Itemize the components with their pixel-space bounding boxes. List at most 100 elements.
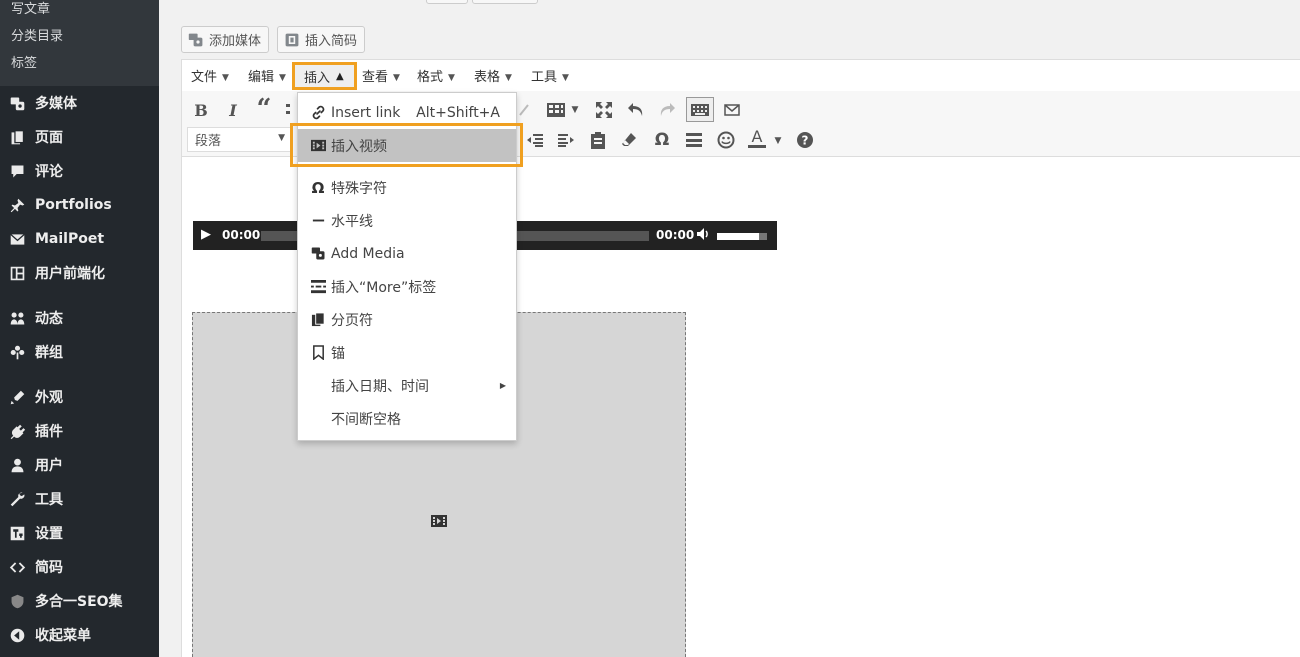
outdent-icon [527, 134, 543, 147]
comments-icon [7, 161, 27, 181]
sidebar-item-seo[interactable]: 多合一SEO集 [0, 586, 159, 616]
submenu-write-post[interactable]: 写文章 [11, 2, 50, 18]
submenu-tags[interactable]: 标签 [11, 56, 37, 72]
eraser-icon [622, 133, 636, 146]
unlink-button[interactable] [517, 99, 531, 121]
caret-down-icon: ▼ [278, 133, 285, 143]
menu-tools[interactable]: 工具 ▼ [531, 66, 569, 85]
menu-format[interactable]: 格式 ▼ [417, 66, 455, 85]
menu-item-insert-more[interactable]: 插入“More”标签 [298, 270, 516, 303]
menu-item-insert-datetime[interactable]: 插入日期、时间 ▶ [298, 369, 516, 402]
sidebar-item-settings[interactable]: 设置 [0, 518, 159, 548]
table-button[interactable]: ▼ [543, 99, 581, 121]
sidebar-item-media[interactable]: 多媒体 [0, 88, 159, 118]
caret-down-icon: ▼ [774, 136, 782, 146]
toolbar-toggle-button[interactable] [686, 97, 714, 122]
clipboard-icon [591, 132, 605, 149]
media-icon [308, 246, 328, 261]
menu-item-special-char[interactable]: Ω 特殊字符 [298, 171, 516, 204]
sidebar-item-pages[interactable]: 页面 [0, 122, 159, 152]
special-char-button[interactable]: Ω [652, 129, 672, 151]
sidebar-item-plugins[interactable]: 插件 [0, 416, 159, 446]
smiley-icon [717, 131, 735, 149]
omega-icon: Ω [311, 178, 325, 197]
media-icon [7, 93, 27, 113]
media-icon [188, 33, 203, 46]
email-button[interactable] [723, 99, 741, 121]
caret-down-icon: ▼ [222, 73, 229, 83]
code-icon [7, 557, 27, 577]
posts-submenu: 写文章 分类目录 标签 [0, 0, 159, 86]
redo-button[interactable] [657, 99, 677, 121]
add-media-button[interactable]: 添加媒体 [181, 26, 270, 53]
help-icon: ? [797, 132, 813, 148]
appearance-icon [7, 387, 27, 407]
outdent-button[interactable] [526, 129, 544, 151]
sidebar-item-users[interactable]: 用户 [0, 450, 159, 480]
sidebar-item-appearance[interactable]: 外观 [0, 382, 159, 412]
mail-icon [724, 104, 740, 116]
volume-icon[interactable] [696, 227, 710, 245]
emoticons-button[interactable] [717, 129, 735, 151]
layout-icon [7, 263, 27, 283]
top-button-stub[interactable] [426, 0, 468, 4]
menu-insert[interactable]: 插入 ▲ [292, 62, 357, 90]
menu-table[interactable]: 表格 ▼ [474, 66, 512, 85]
menu-item-add-media[interactable]: Add Media [298, 237, 516, 270]
user-icon [7, 455, 27, 475]
sidebar-collapse-menu[interactable]: 收起菜单 [0, 620, 159, 650]
hr-icon [308, 213, 328, 228]
bullet-list-button[interactable] [285, 99, 293, 121]
sidebar-item-tools[interactable]: 工具 [0, 484, 159, 514]
bold-button[interactable]: B [193, 99, 209, 121]
help-button[interactable]: ? [796, 129, 814, 151]
indent-button[interactable] [557, 129, 575, 151]
insert-shortcode-button[interactable]: 插入简码 [277, 26, 366, 53]
shortcode-icon [285, 33, 299, 46]
text-color-dropdown-button[interactable]: ▼ [772, 130, 784, 152]
list-icon [286, 104, 290, 114]
horizontal-line-button[interactable] [685, 129, 703, 151]
menu-item-page-break[interactable]: 分页符 [298, 303, 516, 336]
bookmark-icon [308, 345, 328, 360]
menu-item-nbsp[interactable]: 不间断空格 [298, 402, 516, 435]
groups-icon [7, 342, 27, 362]
paste-text-button[interactable] [589, 129, 607, 151]
top-button-stub[interactable] [472, 0, 538, 4]
blockquote-button[interactable]: “ [254, 94, 274, 124]
text-color-button[interactable]: A [746, 127, 768, 149]
sidebar-item-frontend-user[interactable]: 用户前端化 [0, 258, 159, 288]
volume-slider[interactable] [717, 233, 767, 240]
menu-edit[interactable]: 编辑 ▼ [248, 66, 286, 85]
sidebar-item-shortcodes[interactable]: 简码 [0, 552, 159, 582]
settings-icon [7, 523, 27, 543]
submenu-categories[interactable]: 分类目录 [11, 29, 63, 45]
pages-icon [7, 127, 27, 147]
admin-sidebar: 写文章 分类目录 标签 多媒体 页面 评论 Portfolios MailPoe… [0, 0, 159, 657]
play-icon[interactable]: ▶ [201, 227, 211, 242]
link-icon [308, 105, 328, 120]
menu-file[interactable]: 文件 ▼ [191, 66, 229, 85]
format-select[interactable]: 段落 ▼ [187, 127, 291, 152]
undo-button[interactable] [626, 99, 646, 121]
fullscreen-button[interactable] [594, 99, 614, 121]
sidebar-item-comments[interactable]: 评论 [0, 156, 159, 186]
clear-formatting-button[interactable] [620, 129, 638, 151]
pin-icon [7, 195, 27, 215]
sidebar-item-groups[interactable]: 群组 [0, 337, 159, 367]
sidebar-item-activity[interactable]: 动态 [0, 303, 159, 333]
tools-icon [7, 489, 27, 509]
menu-item-anchor[interactable]: 锚 [298, 336, 516, 369]
mail-icon [7, 229, 27, 249]
menu-view[interactable]: 查看 ▼ [362, 66, 400, 85]
activity-icon [7, 308, 27, 328]
plugins-icon [7, 421, 27, 441]
menu-item-horizontal-line[interactable]: 水平线 [298, 204, 516, 237]
submenu-arrow-icon: ▶ [499, 381, 506, 390]
sidebar-item-portfolios[interactable]: Portfolios [0, 190, 159, 220]
hr-icon [686, 133, 702, 147]
italic-button[interactable]: I [225, 99, 241, 121]
color-swatch [748, 144, 766, 148]
undo-icon [628, 103, 643, 116]
sidebar-item-mailpoet[interactable]: MailPoet [0, 224, 159, 254]
